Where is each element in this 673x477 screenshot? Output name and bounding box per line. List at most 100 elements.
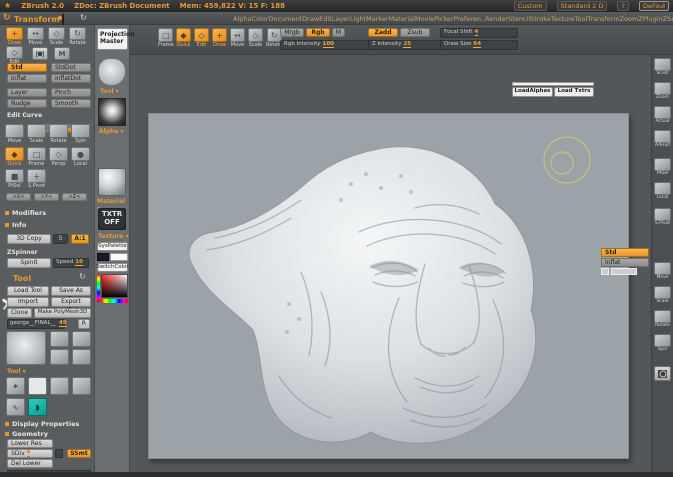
menu-material[interactable]: Material [389,15,415,23]
export-button[interactable]: Export [51,297,91,307]
tool-palette-title[interactable]: Tool [13,274,31,283]
save-as-button[interactable]: Save As [51,286,91,296]
sdiv-slider-nub[interactable] [55,449,63,458]
move-mode-button[interactable]: ↔ Move [230,28,245,48]
nav-scale-button[interactable]: Scale [27,124,46,144]
menu-edit[interactable]: Edit [319,15,332,23]
rgb-button[interactable]: Rgb [306,28,330,37]
menu-zoom[interactable]: Zoom [620,15,639,23]
mrgb-button[interactable]: Mrgb [280,28,304,37]
marker-icon[interactable]: M [54,47,70,60]
tool-slot-thumbnail[interactable] [72,331,91,347]
axial-button[interactable]: A:1 [71,234,89,244]
modifiers-section-header[interactable]: Modifiers [5,209,46,217]
spinit-button[interactable]: SpinIt [7,258,51,268]
brush-nudge-button[interactable]: Nudge [7,99,47,108]
draw-tool-button[interactable]: + Draw [6,27,23,46]
current-material-thumbnail[interactable] [98,168,126,196]
brush-layer-button[interactable]: Layer [7,88,47,97]
color-picker[interactable] [101,274,128,298]
copy-3d-button[interactable]: 3D Copy [7,234,51,244]
make-polymesh-button[interactable]: Make PolyMesh3D [34,308,91,318]
syspalette-button[interactable]: SysPalette [97,242,128,251]
rail-scale-button[interactable]: Scale [654,286,671,305]
geometry-empty-slider[interactable] [7,470,91,475]
rail-move-button[interactable]: Move [654,262,671,281]
tool-selected-thumbnail[interactable]: ◗ [28,398,47,416]
tray-tool-label[interactable]: Tool ▾ [100,88,119,95]
hue-strip[interactable] [101,299,128,303]
load-tool-button[interactable]: Load Tool [7,286,49,296]
rgb-intensity-slider[interactable]: Rgb Intensity 100 [280,40,380,50]
move-tool-button[interactable]: ↔ Move [27,27,44,46]
draw-mode-button[interactable]: + Draw [212,28,227,48]
popup-mini-field[interactable] [611,268,637,275]
load-txtrs-button[interactable]: Load Txtrs [554,87,594,97]
custom-layout-button[interactable]: Custom [514,1,547,12]
active-tool-name-field[interactable]: george__FINAL__ 49 [7,319,65,329]
menu-draw[interactable]: Draw [302,15,319,23]
tool-brush-thumbnail[interactable] [50,377,69,395]
tool-wave-thumbnail[interactable]: ∿ [6,398,25,416]
document-canvas[interactable] [148,113,629,459]
menu-zplugin[interactable]: ZPlugin [638,15,662,23]
rail-zoom-button[interactable]: Zoom [654,82,671,101]
rail-camera-icon[interactable] [654,366,671,381]
ptsel-button[interactable]: ■ PtSel [5,169,24,189]
rotate-tool-button[interactable]: ↻ Rotate [69,27,86,46]
ssmt-button[interactable]: SSmt [67,449,91,458]
rail-local-button[interactable]: Local [654,182,671,201]
popup-inflat-button[interactable]: Inflat [601,258,649,267]
tray-texture-label[interactable]: Texture ▾ [98,233,129,240]
axis-y-button[interactable]: >Y< [34,193,59,201]
info-section-header[interactable]: Info [5,221,26,229]
current-alpha-thumbnail[interactable] [98,98,126,126]
switchcolor-button[interactable]: SwitchColor [97,263,128,272]
tool-dropdown-label[interactable]: Tool ▾ [7,368,26,375]
menu-layer[interactable]: Layer [332,15,350,23]
load-alphas-button[interactable]: LoadAlphas [512,87,553,97]
r-button[interactable]: R [78,319,90,329]
camera-icon[interactable] [32,47,48,60]
rail-actual-button[interactable]: Actual [654,106,671,125]
menu-zscript[interactable]: ZScript [663,15,673,23]
menu-alpha[interactable]: Alpha [233,15,251,23]
quick-toggle-button[interactable]: ◆ Quick [5,147,24,167]
rail-aahalf-button[interactable]: AAHalf [654,130,671,149]
rail-ptsel-button[interactable]: PtSel [654,158,671,177]
menu-stencil[interactable]: Stencil [508,15,530,23]
tool-star-thumbnail[interactable]: ✶ [6,377,25,395]
tool-square-thumbnail[interactable] [28,377,47,395]
palette-refresh-icon[interactable]: ↻ [80,14,87,22]
tool-slot-thumbnail[interactable] [50,349,69,365]
rail-scroll-button[interactable]: Scroll [654,58,671,77]
tool-brush-thumbnail[interactable] [72,377,91,395]
copy-value-field[interactable]: 5 [53,234,68,244]
help-button[interactable]: ? [617,1,628,12]
clone-button[interactable]: Clone [7,308,32,318]
projection-master-button[interactable]: Projection Master [97,28,128,50]
frame-mode-button[interactable]: □ Frame [158,28,174,48]
current-tool-thumbnail[interactable] [98,58,126,86]
secondary-color-swatch[interactable] [110,253,128,261]
menu-preferences[interactable]: Preferen.. [454,15,485,23]
persp-toggle-button[interactable]: ◇ Persp [49,147,68,167]
menu-picker[interactable]: Picker [434,15,453,23]
nav-rotate-button[interactable]: Rotate [49,124,68,144]
brush-std-button[interactable]: Std [7,63,47,72]
spin-speed-slider[interactable]: Speed 10 [53,258,89,268]
rail-spin-button[interactable]: Spin [654,334,671,353]
frame-toggle-button[interactable]: □ Frame [27,147,46,167]
main-color-swatch[interactable] [97,253,109,261]
menu-transform[interactable]: Transform [587,15,619,23]
menu-movie[interactable]: Movie [415,15,434,23]
brush-stddot-button[interactable]: StdDot [51,63,91,72]
menu-stroke[interactable]: Stroke [530,15,551,23]
menu-document[interactable]: Document [268,15,302,23]
menu-color[interactable]: Color [251,15,268,23]
import-button[interactable]: Import [7,297,49,307]
menu-tool[interactable]: Tool [575,15,588,23]
brush-pinch-button[interactable]: Pinch [51,88,91,97]
zsub-button[interactable]: Zsub [400,28,430,37]
del-lower-button[interactable]: Del Lower [7,459,53,468]
